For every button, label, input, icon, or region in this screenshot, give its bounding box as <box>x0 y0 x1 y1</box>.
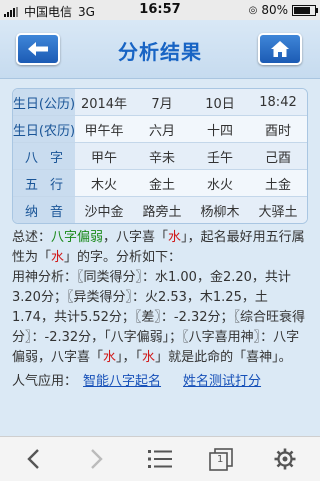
table-row: 八 字 甲午 辛未 壬午 己酉 <box>13 143 307 170</box>
table-cell: 10日 <box>191 89 249 115</box>
browser-menu-button[interactable] <box>145 445 175 473</box>
browser-forward-button[interactable] <box>82 445 112 473</box>
row-label: 纳 音 <box>13 197 75 223</box>
table-cell: 己酉 <box>249 143 307 169</box>
summary-prefix: 总述： <box>12 230 52 245</box>
table-row: 生日(公历) 2014年 7月 10日 18:42 <box>13 89 307 116</box>
analysis-summary: 总述：八字偏弱，八字喜「水」，起名最好用五行属性为「水」的字。分析如下： 用神分析… <box>12 228 308 368</box>
table-cell: 大驿土 <box>249 197 307 223</box>
home-button[interactable] <box>258 33 302 65</box>
result-content: 生日(公历) 2014年 7月 10日 18:42 生日(农历) 甲午年 六月 … <box>12 88 308 392</box>
back-arrow-icon <box>27 449 39 469</box>
xi-element: 水 <box>168 230 182 245</box>
label-char: 纳 <box>25 204 39 220</box>
menu-icon <box>148 450 172 468</box>
label-char: 五 <box>25 177 39 193</box>
table-cell: 壬午 <box>191 143 249 169</box>
xi-element: 水 <box>103 350 117 365</box>
label-char: 八 <box>25 150 39 166</box>
analysis-detail: 」就是此命的「喜神」。 <box>155 350 292 365</box>
row-label: 生日(农历) <box>13 116 75 142</box>
forward-arrow-icon <box>91 449 103 469</box>
table-cell: 六月 <box>148 123 175 139</box>
settings-icon <box>274 448 296 470</box>
table-cell: 金土 <box>148 177 175 193</box>
popular-apps: 人气应用： 智能八字起名 姓名测试打分 <box>12 372 308 392</box>
battery-percent: 80% <box>261 3 288 17</box>
home-icon <box>271 41 289 57</box>
label-char: 字 <box>49 150 63 166</box>
bazi-strength: 八字偏弱 <box>51 230 104 245</box>
row-label: 生日(公历) <box>13 89 75 115</box>
table-cell: 土金 <box>264 177 291 193</box>
table-row: 纳 音 沙中金 路旁土 杨柳木 大驿土 <box>13 197 307 223</box>
summary-text: ，八字喜「 <box>103 230 169 245</box>
table-cell: 18:42 <box>249 89 307 115</box>
browser-settings-button[interactable] <box>270 445 300 473</box>
lock-rotation-icon: ◎ <box>248 4 258 16</box>
name-test-link[interactable]: 姓名测试打分 <box>183 374 261 389</box>
battery-group: ◎ 80% <box>248 3 318 17</box>
app-header: 分析结果 <box>0 20 320 79</box>
popular-label: 人气应用： <box>12 374 78 389</box>
table-row: 五 行 木火 金土 水火 土金 <box>13 170 307 197</box>
table-row: 生日(农历) 甲午年 六月 十四 酉时 <box>13 116 307 143</box>
label-char: 行 <box>49 177 63 193</box>
label-char: 音 <box>49 204 63 220</box>
table-cell: 十四 <box>206 123 233 139</box>
table-cell: 辛未 <box>133 143 191 169</box>
tab-count: 1 <box>217 454 224 465</box>
browser-back-button[interactable] <box>18 445 48 473</box>
table-cell: 7月 <box>133 89 191 115</box>
row-label: 八 字 <box>13 143 75 169</box>
browser-toolbar: 1 <box>0 436 320 481</box>
smart-naming-link[interactable]: 智能八字起名 <box>83 374 161 389</box>
bazi-table: 生日(公历) 2014年 7月 10日 18:42 生日(农历) 甲午年 六月 … <box>12 88 308 224</box>
table-cell: 酉时 <box>264 123 291 139</box>
table-cell: 水火 <box>206 177 233 193</box>
battery-icon <box>292 4 318 16</box>
table-cell: 木火 <box>90 177 117 193</box>
table-cell: 2014年 <box>75 89 133 115</box>
table-cell: 沙中金 <box>75 197 133 223</box>
summary-text: 」的字。分析如下： <box>64 250 182 265</box>
status-bar: 中国电信 3G 16:57 ◎ 80% <box>0 0 320 20</box>
table-cell: 甲午 <box>75 143 133 169</box>
xi-element: 水 <box>51 250 65 265</box>
table-cell: 路旁土 <box>133 197 191 223</box>
table-cell: 杨柳木 <box>191 197 249 223</box>
browser-tabs-button[interactable]: 1 <box>206 445 236 473</box>
table-cell: 甲午年 <box>84 123 124 139</box>
analysis-detail: 」，「 <box>116 350 143 365</box>
row-label: 五 行 <box>13 170 75 196</box>
xi-element: 水 <box>142 350 156 365</box>
